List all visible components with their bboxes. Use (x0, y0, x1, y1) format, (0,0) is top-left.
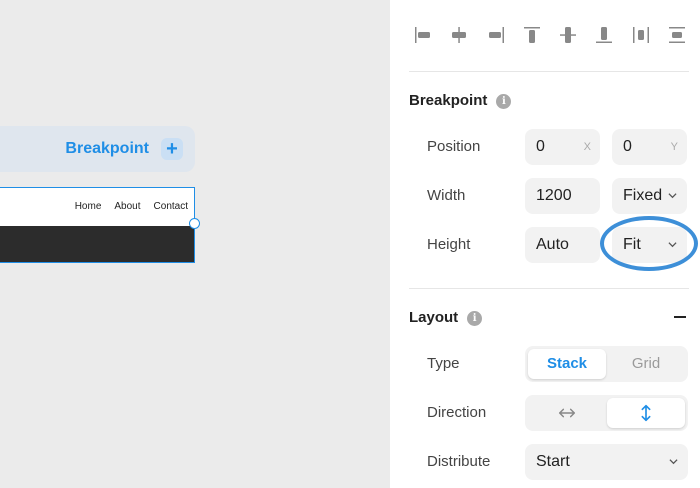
type-segmented-control: Stack Grid (525, 346, 688, 382)
canvas-area[interactable]: Breakpoint + Home About Contact (0, 0, 390, 488)
breakpoint-section-title: Breakpoint i (409, 92, 512, 109)
chevron-down-icon (668, 242, 677, 248)
frame-dark-section (0, 226, 194, 262)
info-icon[interactable]: i (496, 94, 512, 109)
layout-section-title: Layout i (409, 309, 483, 326)
align-bottom-icon[interactable] (591, 22, 617, 48)
height-input[interactable]: Auto (525, 227, 600, 263)
layout-title-text: Layout (409, 309, 459, 326)
nav-home: Home (74, 201, 102, 212)
height-mode-select[interactable]: Fit (612, 227, 687, 263)
type-grid-option[interactable]: Grid (607, 349, 685, 379)
distribute-label: Distribute (427, 453, 491, 470)
distribute-h-icon[interactable] (628, 22, 654, 48)
height-label: Height (427, 236, 471, 253)
breakpoint-tab-label: Breakpoint (65, 140, 149, 157)
position-y-input[interactable]: 0 Y (612, 129, 687, 165)
divider (409, 288, 689, 289)
type-stack-option[interactable]: Stack (528, 349, 606, 379)
divider (409, 71, 689, 72)
align-center-v-icon[interactable] (555, 22, 581, 48)
height-mode-value: Fit (623, 236, 641, 253)
direction-label: Direction (427, 404, 487, 421)
page-frame[interactable]: Home About Contact (0, 187, 200, 263)
nav-contact: Contact (153, 201, 188, 212)
horizontal-arrow-icon (558, 408, 576, 418)
position-x-value: 0 (536, 138, 545, 155)
resize-handle[interactable] (189, 218, 200, 229)
alignment-toolbar (410, 22, 690, 48)
distribute-value: Start (536, 453, 570, 470)
direction-horizontal-option[interactable] (528, 398, 606, 428)
properties-panel: Breakpoint i Position 0 X 0 Y Width 1200 … (390, 0, 700, 488)
add-breakpoint-button[interactable]: + (161, 138, 183, 160)
position-x-input[interactable]: 0 X (525, 129, 600, 165)
height-value: Auto (536, 236, 569, 253)
width-mode-value: Fixed (623, 187, 663, 204)
chevron-down-icon (668, 193, 677, 199)
width-input[interactable]: 1200 (525, 178, 600, 214)
info-icon[interactable]: i (467, 311, 483, 326)
position-x-axis-label: X (583, 141, 591, 153)
distribute-v-icon[interactable] (664, 22, 690, 48)
nav-about: About (114, 201, 141, 212)
frame-nav: Home About Contact (75, 201, 188, 212)
width-label: Width (427, 187, 466, 204)
position-label: Position (427, 138, 481, 155)
vertical-arrow-icon (641, 404, 651, 422)
align-right-icon[interactable] (483, 22, 509, 48)
breakpoint-tab[interactable]: Breakpoint + (0, 126, 195, 172)
align-top-icon[interactable] (519, 22, 545, 48)
distribute-select[interactable]: Start (525, 444, 688, 480)
position-y-axis-label: Y (670, 141, 678, 153)
width-mode-select[interactable]: Fixed (612, 178, 687, 214)
direction-segmented-control (525, 395, 688, 431)
chevron-down-icon (669, 459, 678, 465)
position-y-value: 0 (623, 138, 632, 155)
collapse-minus-icon[interactable] (674, 316, 686, 318)
align-center-h-icon[interactable] (446, 22, 472, 48)
breakpoint-title-text: Breakpoint (409, 92, 488, 109)
width-value: 1200 (536, 187, 572, 204)
align-left-icon[interactable] (410, 22, 436, 48)
type-label: Type (427, 355, 460, 372)
direction-vertical-option[interactable] (607, 398, 685, 428)
